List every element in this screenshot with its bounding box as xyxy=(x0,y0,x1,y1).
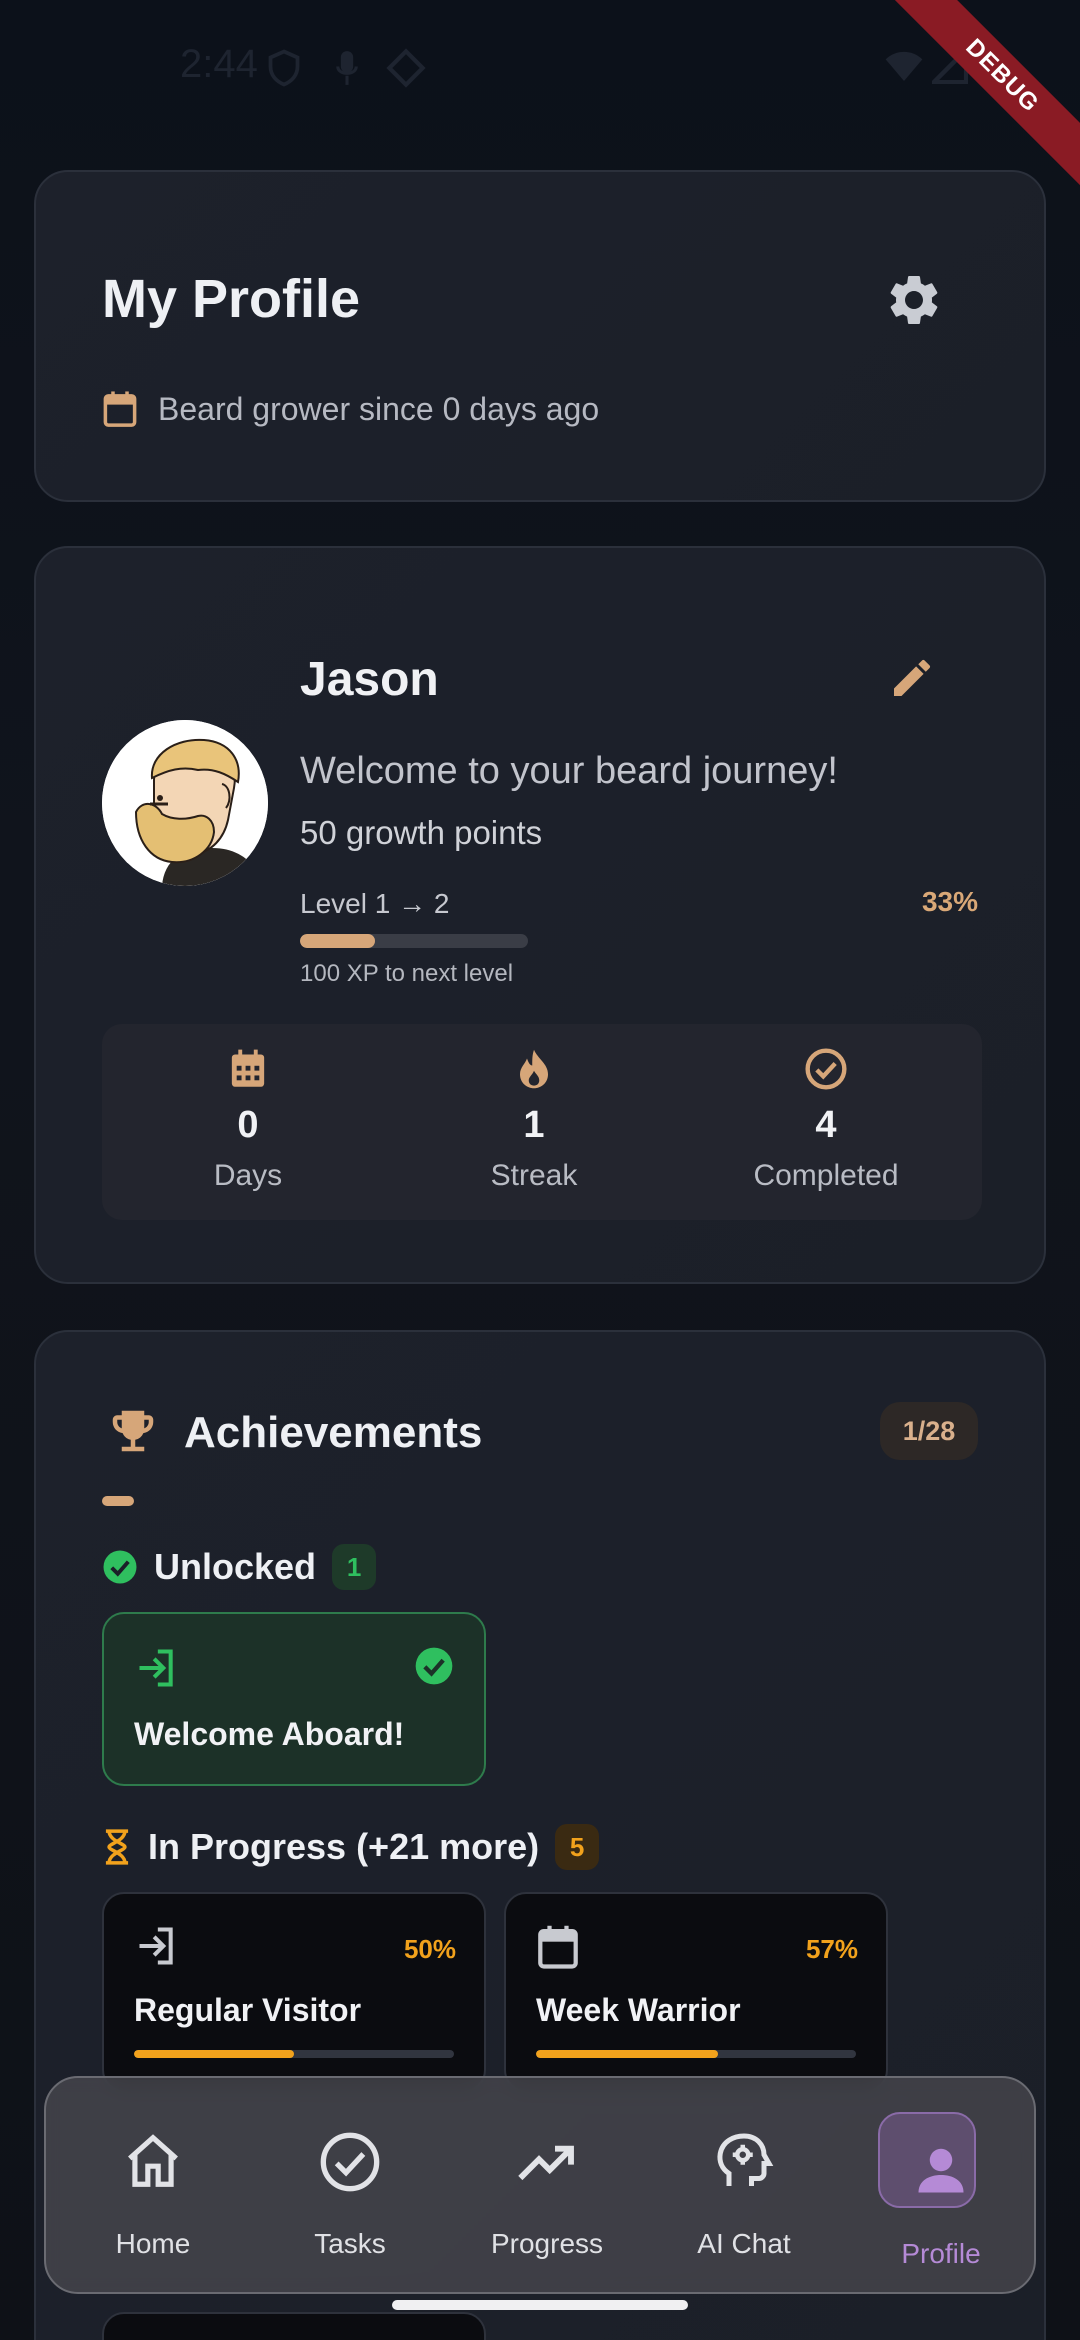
debug-ribbon: DEBUG xyxy=(887,0,1080,191)
since-text: Beard grower since 0 days ago xyxy=(158,390,600,427)
profile-header-card: My Profile Beard grower since 0 days ago xyxy=(34,170,1046,502)
achievement-progress-fill xyxy=(134,2050,294,2058)
nav-profile[interactable]: Profile xyxy=(866,2078,1016,2296)
mic-icon xyxy=(336,51,358,85)
trending-up-icon xyxy=(518,2145,574,2181)
check-circle-filled-icon xyxy=(415,1647,453,1685)
achievement-progress-bar xyxy=(134,2050,454,2058)
calendar-grid-icon xyxy=(231,1049,265,1087)
home-icon xyxy=(128,2134,178,2187)
achievement-percent: 50% xyxy=(403,1934,456,1964)
stats-panel: 0 Days 1 Streak 4 Completed xyxy=(102,1024,982,1220)
achievement-card-week-warrior[interactable]: 57% Week Warrior xyxy=(504,1892,888,2092)
person-icon xyxy=(918,2148,964,2193)
avatar-illustration xyxy=(102,720,268,886)
nav-label: Home xyxy=(115,2228,191,2259)
stat-days: 0 Days xyxy=(148,1042,348,1193)
title-underline xyxy=(102,1496,134,1506)
achievement-percent: 57% xyxy=(805,1934,858,1964)
user-name: Jason xyxy=(300,653,439,706)
nav-label: Progress xyxy=(490,2228,604,2259)
trophy-icon xyxy=(112,1410,154,1452)
user-card: Jason Welcome to your beard journey! 50 … xyxy=(34,546,1046,1284)
page-title: My Profile xyxy=(102,269,361,329)
in-progress-label: In Progress (+21 more) xyxy=(148,1826,540,1867)
xp-progress-bar xyxy=(300,934,528,948)
since-row: Beard grower since 0 days ago xyxy=(102,390,599,428)
hourglass-icon xyxy=(105,1829,129,1865)
nav-label: Profile xyxy=(901,2238,981,2269)
achievement-name: Welcome Aboard! xyxy=(134,1716,405,1752)
unlocked-count-chip: 1 xyxy=(332,1544,377,1590)
screen: 2:44 DEBUG My Profile Beard grower since… xyxy=(0,0,1080,2340)
flame-icon xyxy=(520,1049,548,1089)
calendar-icon xyxy=(103,391,137,427)
login-icon xyxy=(139,1649,173,1687)
status-bar: 2:44 DEBUG xyxy=(0,0,1080,191)
level-text: Level 1 → 2 xyxy=(300,888,450,919)
login-icon xyxy=(139,1927,173,1965)
bottom-nav: Home Tasks Progress AI Chat Profile xyxy=(44,2076,1036,2294)
xp-next-text: 100 XP to next level xyxy=(300,960,514,987)
avatar[interactable] xyxy=(102,720,268,886)
nav-tasks[interactable]: Tasks xyxy=(275,2078,425,2296)
shield-icon xyxy=(268,49,300,87)
stat-completed: 4 Completed xyxy=(726,1042,926,1193)
unlocked-section-header: Unlocked 1 xyxy=(102,1544,377,1590)
xp-progress-fill xyxy=(300,934,376,948)
nav-ai-chat[interactable]: AI Chat xyxy=(669,2078,819,2296)
stat-days-label: Days xyxy=(213,1159,283,1192)
home-indicator[interactable] xyxy=(392,2300,688,2310)
achievement-name: Regular Visitor xyxy=(134,1992,362,2028)
growth-points: 50 growth points xyxy=(300,814,543,851)
in-progress-section-header: In Progress (+21 more) 5 xyxy=(102,1824,600,1870)
stat-streak: 1 Streak xyxy=(434,1042,634,1193)
achievement-card-welcome-aboard[interactable]: Welcome Aboard! xyxy=(102,1612,486,1786)
achievement-card-regular-visitor[interactable]: 50% Regular Visitor xyxy=(102,1892,486,2092)
nav-home[interactable]: Home xyxy=(78,2078,228,2296)
achievement-card-partial[interactable] xyxy=(102,2312,486,2340)
diamond-icon xyxy=(386,48,426,88)
stat-streak-label: Streak xyxy=(490,1159,578,1192)
achievement-progress-fill xyxy=(536,2050,719,2058)
wifi-icon xyxy=(885,51,923,81)
achievements-title: Achievements xyxy=(184,1408,483,1457)
check-circle-icon xyxy=(320,2132,380,2192)
stat-streak-value: 1 xyxy=(523,1104,545,1146)
achievements-count-badge: 1/28 xyxy=(880,1402,978,1460)
welcome-message: Welcome to your beard journey! xyxy=(300,750,838,792)
level-percent: 33% xyxy=(921,886,978,917)
in-progress-count-chip: 5 xyxy=(555,1824,600,1870)
achievement-progress-bar xyxy=(536,2050,856,2058)
unlocked-label: Unlocked xyxy=(154,1546,317,1587)
stat-completed-value: 4 xyxy=(815,1104,837,1146)
ai-head-icon xyxy=(717,2133,774,2186)
pencil-icon[interactable] xyxy=(888,654,936,702)
stat-completed-label: Completed xyxy=(753,1159,899,1192)
status-time: 2:44 xyxy=(180,42,258,86)
achievement-name: Week Warrior xyxy=(536,1992,741,2028)
calendar-icon xyxy=(538,1925,578,1969)
check-circle-icon xyxy=(805,1048,847,1090)
check-circle-filled-icon xyxy=(103,1550,137,1584)
nav-label: Tasks xyxy=(314,2228,386,2259)
nav-progress[interactable]: Progress xyxy=(472,2078,622,2296)
gear-icon[interactable] xyxy=(884,270,944,330)
stat-days-value: 0 xyxy=(237,1104,259,1146)
nav-label: AI Chat xyxy=(697,2228,791,2259)
